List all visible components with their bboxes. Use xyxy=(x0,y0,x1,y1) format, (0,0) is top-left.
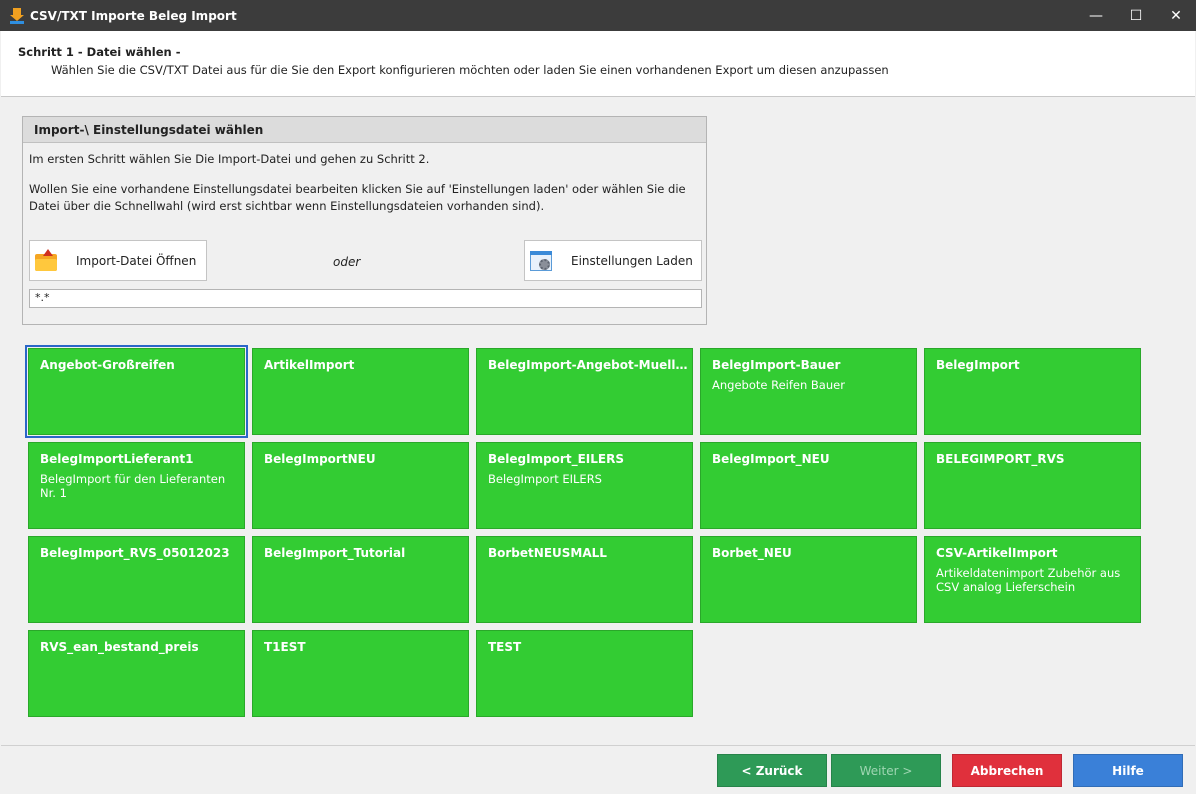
tile-belegimport-eilers[interactable]: BelegImport_EILERS BelegImport EILERS xyxy=(476,442,693,529)
step-title: Schritt 1 - Datei wählen - xyxy=(18,45,181,59)
tile-description: Artikeldatenimport Zubehör aus CSV analo… xyxy=(936,566,1121,594)
panel-title: Import-\ Einstellungsdatei wählen xyxy=(23,117,706,143)
tile-name: BelegImport-Angebot-Muell... xyxy=(488,358,688,372)
tile-name: BelegImport_RVS_05012023 xyxy=(40,546,230,560)
window-title: CSV/TXT Importe Beleg Import xyxy=(30,8,237,23)
help-button[interactable]: Hilfe xyxy=(1073,754,1183,787)
tile-name: Borbet_NEU xyxy=(712,546,792,560)
open-import-file-label: Import-Datei Öffnen xyxy=(76,253,197,268)
tile-belegimport-angebot-mueller[interactable]: BelegImport-Angebot-Muell... xyxy=(476,348,693,435)
tile-artikelimport[interactable]: ArtikelImport xyxy=(252,348,469,435)
tile-belegimport-tutorial[interactable]: BelegImport_Tutorial xyxy=(252,536,469,623)
tile-name: BelegImportNEU xyxy=(264,452,376,466)
footer-divider xyxy=(1,745,1195,746)
back-button-label: < Zurück xyxy=(741,763,803,778)
tile-test[interactable]: TEST xyxy=(476,630,693,717)
next-button-label: Weiter > xyxy=(859,763,913,778)
tile-rvs-ean-bestand-preis[interactable]: RVS_ean_bestand_preis xyxy=(28,630,245,717)
tile-name: BelegImport_Tutorial xyxy=(264,546,406,560)
tile-description: BelegImport für den Lieferanten Nr. 1 xyxy=(40,472,226,500)
tile-belegimport-neu[interactable]: BelegImport_NEU xyxy=(700,442,917,529)
step-description: Wählen Sie die CSV/TXT Datei aus für die… xyxy=(51,63,889,77)
tile-name: BELEGIMPORT_RVS xyxy=(936,452,1065,466)
tile-name: BelegImport_EILERS xyxy=(488,452,624,466)
tile-name: ArtikelImport xyxy=(264,358,355,372)
minimize-button[interactable]: — xyxy=(1076,0,1116,31)
next-button[interactable]: Weiter > xyxy=(831,754,941,787)
open-folder-icon xyxy=(34,248,58,273)
open-import-file-button[interactable]: Import-Datei Öffnen xyxy=(29,240,207,281)
cancel-button[interactable]: Abbrechen xyxy=(952,754,1062,787)
panel-instructions-1: Im ersten Schritt wählen Sie Die Import-… xyxy=(29,152,430,166)
or-label: oder xyxy=(333,255,361,269)
tile-name: BelegImport xyxy=(936,358,1020,372)
download-icon xyxy=(10,7,24,24)
tile-name: RVS_ean_bestand_preis xyxy=(40,640,199,654)
close-button[interactable]: ✕ xyxy=(1156,0,1196,31)
tile-name: TEST xyxy=(488,640,522,654)
tile-name: BelegImport_NEU xyxy=(712,452,830,466)
tile-belegimportneu[interactable]: BelegImportNEU xyxy=(252,442,469,529)
maximize-button[interactable]: ☐ xyxy=(1116,0,1156,31)
tile-name: BorbetNEUSMALL xyxy=(488,546,607,560)
tile-belegimport-bauer[interactable]: BelegImport-Bauer Angebote Reifen Bauer xyxy=(700,348,917,435)
load-settings-label: Einstellungen Laden xyxy=(571,253,693,268)
title-bar: CSV/TXT Importe Beleg Import — ☐ ✕ xyxy=(0,0,1196,31)
tile-name: BelegImport-Bauer xyxy=(712,358,841,372)
tile-belegimportlieferant1[interactable]: BelegImportLieferant1 BelegImport für de… xyxy=(28,442,245,529)
tile-t1est[interactable]: T1EST xyxy=(252,630,469,717)
panel-instructions-2: Wollen Sie eine vorhandene Einstellungsd… xyxy=(29,182,686,213)
import-settings-panel: Import-\ Einstellungsdatei wählen Im ers… xyxy=(22,116,707,325)
back-button[interactable]: < Zurück xyxy=(717,754,827,787)
cancel-button-label: Abbrechen xyxy=(970,763,1044,778)
tile-borbet-neu[interactable]: Borbet_NEU xyxy=(700,536,917,623)
tile-belegimport-rvs-05012023[interactable]: BelegImport_RVS_05012023 xyxy=(28,536,245,623)
tile-name: Angebot-Großreifen xyxy=(40,358,175,372)
step-header: Schritt 1 - Datei wählen - Wählen Sie di… xyxy=(1,31,1195,97)
settings-window-icon xyxy=(529,249,553,273)
tile-belegimport-rvs[interactable]: BELEGIMPORT_RVS xyxy=(924,442,1141,529)
tile-name: CSV-ArtikelImport xyxy=(936,546,1058,560)
tile-angebot-grossreifen[interactable]: Angebot-Großreifen xyxy=(25,345,248,438)
tile-description: BelegImport EILERS xyxy=(488,472,602,486)
tile-name: BelegImportLieferant1 xyxy=(40,452,194,466)
tile-name: T1EST xyxy=(264,640,306,654)
tile-borbetneusmall[interactable]: BorbetNEUSMALL xyxy=(476,536,693,623)
help-button-label: Hilfe xyxy=(1112,763,1144,778)
tile-csv-artikelimport[interactable]: CSV-ArtikelImport Artikeldatenimport Zub… xyxy=(924,536,1141,623)
quick-select-filter-input[interactable]: *.* xyxy=(29,289,702,308)
tile-belegimport[interactable]: BelegImport xyxy=(924,348,1141,435)
load-settings-button[interactable]: Einstellungen Laden xyxy=(524,240,702,281)
tile-description: Angebote Reifen Bauer xyxy=(712,378,845,392)
window-controls: — ☐ ✕ xyxy=(1076,0,1196,31)
